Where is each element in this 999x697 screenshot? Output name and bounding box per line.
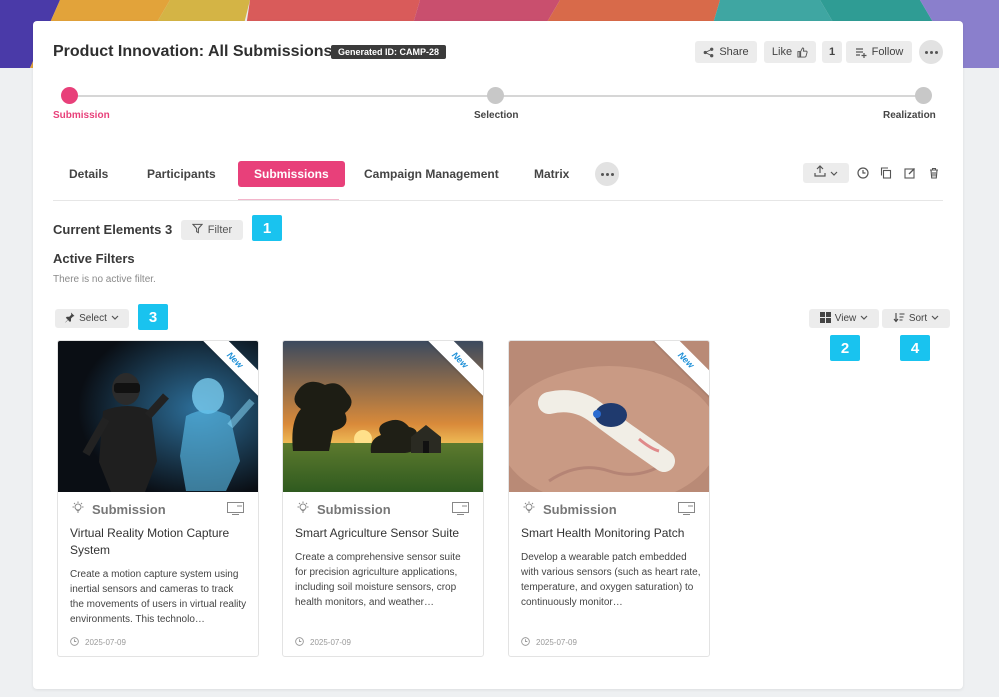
select-label: Select (79, 313, 107, 324)
share-button[interactable]: Share (695, 41, 757, 63)
card-date-label: 2025-07-09 (310, 638, 351, 647)
card-title[interactable]: Smart Agriculture Sensor Suite (295, 525, 475, 542)
monitor-icon (678, 502, 695, 520)
filter-button[interactable]: Filter (181, 220, 243, 240)
submission-card[interactable]: New Submission Virtual Reality Motion Ca… (57, 340, 259, 657)
chevron-down-icon (111, 313, 119, 324)
card-date: 2025-07-09 (521, 637, 577, 648)
upload-icon (814, 164, 826, 182)
view-label: View (834, 313, 857, 324)
tabs-divider (53, 200, 943, 201)
no-active-filter-text: There is no active filter. (53, 274, 156, 285)
card-description: Create a comprehensive sensor suite for … (295, 552, 461, 608)
pin-icon (65, 312, 75, 326)
card-type-label: Submission (317, 502, 391, 517)
card-image-agriculture: New (283, 341, 483, 492)
trash-icon[interactable] (926, 165, 942, 181)
active-filters-title: Active Filters (53, 251, 135, 266)
card-description: Create a motion capture system using ine… (70, 569, 247, 625)
annotation-marker-3: 3 (138, 304, 168, 330)
header-more-button[interactable] (919, 40, 943, 64)
thumbs-up-icon (797, 46, 808, 58)
sort-icon (893, 312, 905, 326)
generated-id-badge: Generated ID: CAMP-28 (331, 45, 447, 59)
sort-button[interactable]: Sort (882, 309, 950, 328)
follow-list-icon (855, 47, 867, 58)
step-label-realization: Realization (883, 110, 936, 121)
tab-participants[interactable]: Participants (131, 161, 232, 187)
lightbulb-icon (72, 501, 84, 518)
copy-icon[interactable] (878, 165, 894, 181)
monitor-icon (452, 502, 469, 520)
view-button[interactable]: View (809, 309, 879, 328)
select-button[interactable]: Select (55, 309, 129, 328)
like-button[interactable]: Like (764, 41, 816, 63)
lightbulb-icon (523, 501, 535, 518)
annotation-marker-2: 2 (830, 335, 860, 361)
like-label: Like (771, 46, 793, 58)
filter-icon (191, 223, 203, 237)
edit-icon[interactable] (902, 165, 918, 181)
annotation-marker-4: 4 (900, 335, 930, 361)
lightbulb-icon (297, 501, 309, 518)
clock-icon (521, 637, 530, 648)
card-image-health-patch: New (509, 341, 709, 492)
card-image-vr-motion: New (58, 341, 258, 492)
tab-matrix[interactable]: Matrix (518, 161, 585, 187)
step-dot-submission[interactable] (61, 87, 78, 104)
filter-label: Filter (207, 224, 233, 236)
monitor-icon (227, 502, 244, 520)
campaign-panel: Product Innovation: All Submissions Gene… (33, 21, 963, 689)
card-date-label: 2025-07-09 (536, 638, 577, 647)
chevron-down-icon (931, 313, 939, 324)
history-icon[interactable] (855, 165, 871, 181)
sort-label: Sort (908, 313, 928, 324)
grid-icon (819, 311, 831, 326)
chevron-down-icon (860, 313, 868, 324)
card-type-label: Submission (543, 502, 617, 517)
step-dot-selection[interactable] (487, 87, 504, 104)
follow-label: Follow (871, 46, 904, 58)
submission-card[interactable]: New Submission Smart Agriculture Sensor … (282, 340, 484, 657)
share-label: Share (719, 46, 749, 58)
tab-campaign-management[interactable]: Campaign Management (348, 161, 515, 187)
annotation-marker-1: 1 (252, 215, 282, 241)
card-description: Develop a wearable patch embedded with v… (521, 552, 701, 608)
chevron-down-icon (830, 164, 838, 182)
submission-card[interactable]: New Submission Smart Health Monitoring P… (508, 340, 710, 657)
clock-icon (295, 637, 304, 648)
step-dot-realization[interactable] (915, 87, 932, 104)
tab-details[interactable]: Details (53, 161, 124, 187)
card-type: Submission (72, 501, 166, 518)
card-title[interactable]: Smart Health Monitoring Patch (521, 525, 701, 542)
more-icon (924, 50, 938, 54)
card-title[interactable]: Virtual Reality Motion Capture System (70, 525, 250, 559)
tab-submissions[interactable]: Submissions (238, 161, 345, 187)
card-date-label: 2025-07-09 (85, 638, 126, 647)
card-type: Submission (297, 501, 391, 518)
page-title: Product Innovation: All Submissions (53, 43, 333, 60)
card-type: Submission (523, 501, 617, 518)
share-icon (703, 47, 714, 58)
step-label-selection: Selection (474, 110, 519, 121)
current-elements-count: Current Elements 3 (53, 222, 173, 237)
more-icon (600, 172, 614, 176)
card-date: 2025-07-09 (295, 637, 351, 648)
card-type-label: Submission (92, 502, 166, 517)
export-button[interactable] (803, 163, 849, 183)
card-date: 2025-07-09 (70, 637, 126, 648)
step-label-submission: Submission (53, 110, 110, 121)
like-count: 1 (822, 41, 842, 63)
tabs-more-button[interactable] (595, 162, 619, 186)
follow-button[interactable]: Follow (846, 41, 912, 63)
clock-icon (70, 637, 79, 648)
